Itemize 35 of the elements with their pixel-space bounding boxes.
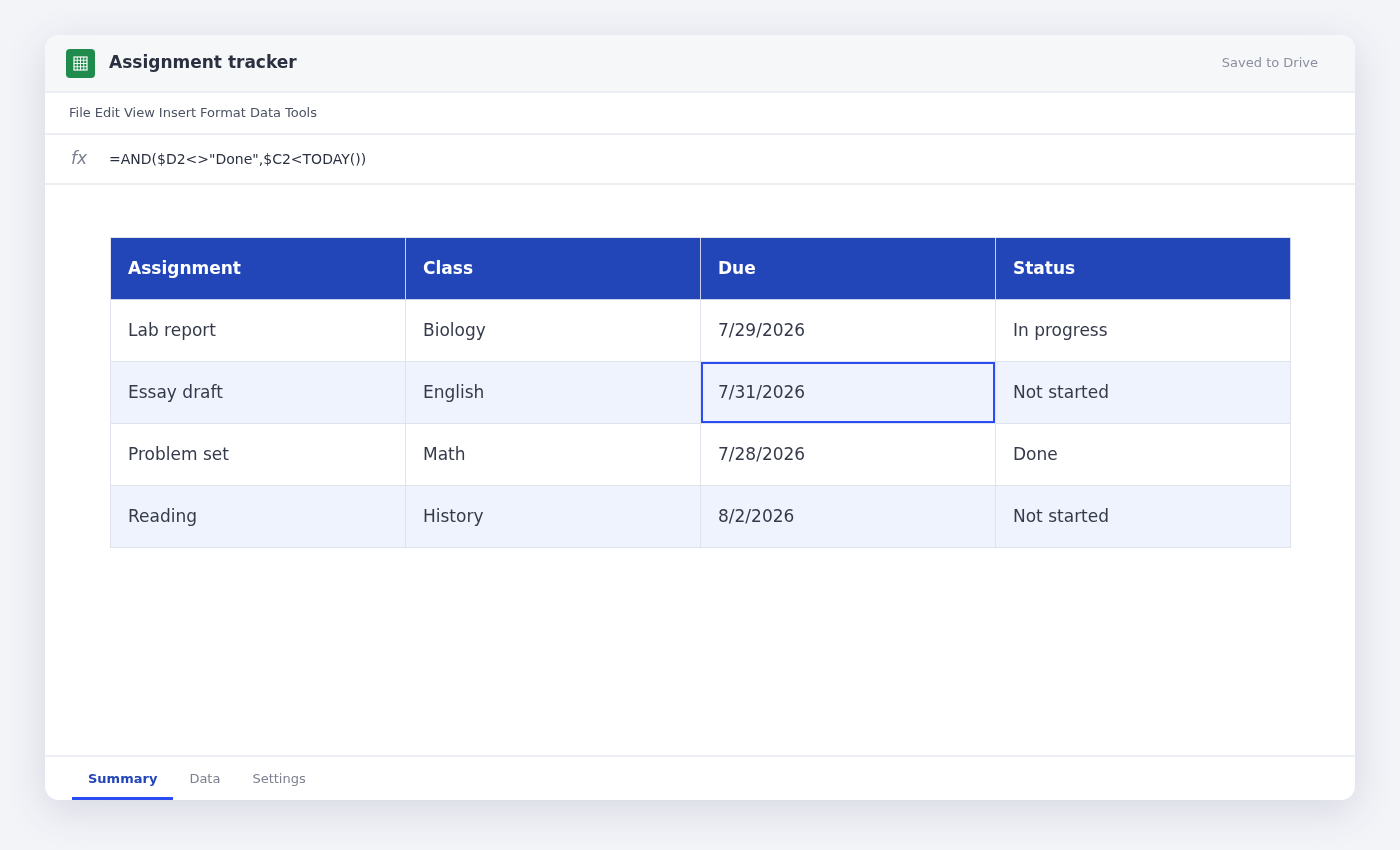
menu-item[interactable]: File	[69, 103, 91, 123]
column-header: Due	[701, 238, 996, 300]
table-cell[interactable]: Math	[406, 424, 701, 486]
table-cell[interactable]: Done	[996, 424, 1291, 486]
menu-item[interactable]: Insert	[158, 103, 197, 123]
menu-item[interactable]: Data	[249, 103, 281, 123]
table-cell[interactable]: Not started	[996, 362, 1291, 424]
sheet-tab[interactable]: Summary	[72, 757, 174, 800]
table-cell[interactable]: Lab report	[111, 300, 406, 362]
window-title: Assignment tracker	[109, 51, 297, 75]
table-cell[interactable]: Biology	[406, 300, 701, 362]
grid-icon	[66, 48, 95, 78]
function-label: fx	[71, 147, 89, 171]
table-cell[interactable]: Reading	[111, 486, 406, 548]
sheet-tab[interactable]: Data	[173, 757, 237, 800]
table-cell[interactable]: History	[406, 486, 701, 548]
menu-item[interactable]: View	[123, 103, 155, 123]
formula-field[interactable]: =AND($D2<>"Done",$C2<TODAY())	[109, 148, 367, 170]
table-cell[interactable]: 7/31/2026	[701, 362, 996, 424]
column-header: Assignment	[111, 238, 406, 300]
table-cell[interactable]: Not started	[996, 486, 1291, 548]
sheet-tab[interactable]: Settings	[236, 757, 322, 800]
column-header: Class	[406, 238, 701, 300]
table-cell[interactable]: Essay draft	[111, 362, 406, 424]
save-status: Saved to Drive	[1221, 54, 1318, 73]
table-cell[interactable]: 7/28/2026	[701, 424, 996, 486]
table-cell[interactable]: In progress	[996, 300, 1291, 362]
menu-item[interactable]: Tools	[284, 103, 317, 123]
table-cell[interactable]: 8/2/2026	[701, 486, 996, 548]
menu-item[interactable]: Format	[200, 103, 246, 123]
column-header: Status	[996, 238, 1291, 300]
table-cell[interactable]: Problem set	[111, 424, 406, 486]
table-cell[interactable]: 7/29/2026	[701, 300, 996, 362]
table-cell[interactable]: English	[406, 362, 701, 424]
menu-item[interactable]: Edit	[94, 103, 120, 123]
